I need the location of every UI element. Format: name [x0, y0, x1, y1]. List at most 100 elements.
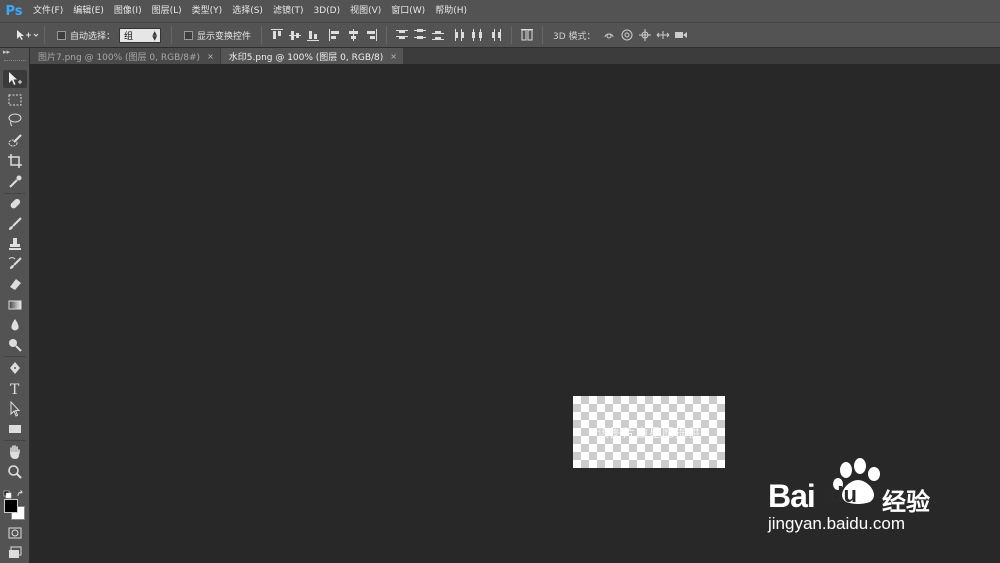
move-tool[interactable]	[3, 70, 27, 88]
updown-arrows-icon: ▲ ▼	[152, 29, 158, 42]
align-vertical-centers-icon[interactable]	[286, 26, 304, 44]
document-canvas-transparent[interactable]: 该图片由星愿提供	[573, 396, 725, 468]
lasso-tool[interactable]	[3, 111, 27, 129]
screen-mode-icon	[9, 546, 22, 558]
menu-file[interactable]: 文件(F)	[28, 0, 68, 22]
show-transform-label: 显示变换控件	[197, 31, 252, 42]
align-horizontal-centers-icon[interactable]	[344, 26, 362, 44]
menu-image[interactable]: 图像(I)	[109, 0, 147, 22]
separator	[542, 26, 544, 44]
align-top-edges-icon[interactable]	[268, 26, 286, 44]
gradient-tool[interactable]	[3, 296, 27, 314]
auto-select-option[interactable]: 自动选择：	[57, 29, 115, 42]
mode-3d-label: 3D 模式：	[553, 31, 596, 42]
drag-3d-object-icon[interactable]	[636, 26, 654, 44]
pen-tool[interactable]	[3, 359, 27, 377]
crop-icon	[8, 154, 22, 168]
move-tool-preset-picker[interactable]	[14, 27, 38, 43]
align-left-edges-icon[interactable]	[326, 26, 344, 44]
dropdown-value: 组	[124, 31, 134, 42]
panel-grip[interactable]	[4, 60, 26, 62]
brush-icon	[9, 217, 22, 230]
menu-edit[interactable]: 编辑(E)	[68, 0, 109, 22]
screen-mode-button[interactable]	[3, 544, 27, 562]
menu-3d[interactable]: 3D(D)	[308, 0, 345, 22]
crop-tool[interactable]	[3, 152, 27, 170]
distribute-left-edges-icon[interactable]	[451, 26, 469, 44]
marquee-tool[interactable]	[3, 91, 27, 109]
magnifier-icon	[8, 465, 22, 479]
stamp-icon	[9, 238, 21, 250]
align-bottom-edges-icon[interactable]	[304, 26, 322, 44]
collapse-panel-icon[interactable]: ▸▸	[3, 48, 10, 56]
menu-view[interactable]: 视图(V)	[345, 0, 386, 22]
rectangular-marquee-icon	[8, 94, 22, 106]
quick-mask-mode-button[interactable]	[3, 524, 27, 542]
separator	[386, 26, 388, 44]
quick-selection-tool[interactable]	[3, 132, 27, 150]
separator	[4, 193, 26, 194]
rectangle-tool[interactable]	[3, 420, 27, 438]
menu-filter[interactable]: 滤镜(T)	[268, 0, 309, 22]
distribute-top-edges-icon[interactable]	[393, 26, 411, 44]
path-selection-tool[interactable]	[3, 400, 27, 418]
blur-tool[interactable]	[3, 316, 27, 334]
close-icon[interactable]: ×	[207, 52, 214, 61]
scale-3d-object-icon[interactable]	[672, 26, 690, 44]
menu-select[interactable]: 选择(S)	[227, 0, 268, 22]
baidu-du-in-paw: du	[830, 482, 857, 507]
svg-text:T: T	[10, 382, 20, 396]
zoom-tool[interactable]	[3, 463, 27, 481]
band-aid-icon	[10, 198, 21, 209]
auto-select-checkbox[interactable]	[57, 30, 66, 40]
move-tool-icon	[9, 72, 22, 85]
distribute-horizontal-centers-icon[interactable]	[469, 26, 487, 44]
type-t-icon: T	[10, 382, 20, 396]
healing-brush-tool[interactable]	[3, 195, 27, 213]
rotate-3d-object-icon[interactable]	[600, 26, 618, 44]
type-tool[interactable]: T	[3, 379, 27, 397]
roll-3d-object-icon[interactable]	[618, 26, 636, 44]
auto-select-target-dropdown[interactable]: 组 ▲ ▼	[119, 27, 162, 43]
jingyan-label: 经验	[882, 488, 930, 516]
align-right-edges-icon[interactable]	[362, 26, 380, 44]
slide-3d-object-icon[interactable]	[654, 26, 672, 44]
photoshop-window: Ps 文件(F) 编辑(E) 图像(I) 图层(L) 类型(Y) 选择(S) 滤…	[0, 0, 1000, 563]
auto-align-layers-icon[interactable]	[518, 26, 536, 44]
water-drop-icon	[11, 319, 19, 331]
tools-panel: ▸▸ T	[0, 48, 30, 563]
color-swap-controls	[3, 485, 27, 499]
baidu-jingyan-logo: Bai du 经验 jingyan.baidu.com	[762, 458, 982, 548]
dodge-icon	[9, 339, 22, 352]
eyedropper-tool[interactable]	[3, 173, 27, 191]
show-transform-checkbox[interactable]	[184, 30, 194, 40]
menu-window[interactable]: 窗口(W)	[386, 0, 430, 22]
separator	[171, 26, 173, 44]
document-tab[interactable]: 图片7.png @ 100% (图层 0, RGB/8#) ×	[30, 48, 220, 64]
menu-type[interactable]: 类型(Y)	[187, 0, 228, 22]
hand-tool[interactable]	[3, 443, 27, 461]
document-tab-active[interactable]: 水印5.png @ 100% (图层 0, RGB/8) ×	[220, 48, 403, 64]
foreground-color-swatch[interactable]	[4, 499, 18, 513]
dodge-tool[interactable]	[3, 336, 27, 354]
pen-icon	[10, 362, 20, 374]
brush-tool[interactable]	[3, 215, 27, 233]
distribute-vertical-centers-icon[interactable]	[411, 26, 429, 44]
separator	[4, 356, 26, 357]
baidu-wordmark: Bai	[768, 478, 816, 514]
history-brush-tool[interactable]	[3, 255, 27, 273]
menu-help[interactable]: 帮助(H)	[430, 0, 472, 22]
gradient-icon	[8, 300, 22, 310]
close-icon[interactable]: ×	[390, 52, 397, 61]
show-transform-option[interactable]: 显示变换控件	[184, 29, 251, 42]
move-tool-icon	[17, 30, 38, 40]
distribute-bottom-edges-icon[interactable]	[429, 26, 447, 44]
eyedropper-icon	[9, 175, 22, 188]
menu-layer[interactable]: 图层(L)	[147, 0, 187, 22]
distribute-right-edges-icon[interactable]	[487, 26, 505, 44]
rectangle-shape-icon	[9, 425, 21, 433]
menu-bar: Ps 文件(F) 编辑(E) 图像(I) 图层(L) 类型(Y) 选择(S) 滤…	[0, 0, 1000, 22]
eraser-tool[interactable]	[3, 275, 27, 293]
clone-stamp-tool[interactable]	[3, 235, 27, 253]
hand-icon	[10, 445, 20, 459]
